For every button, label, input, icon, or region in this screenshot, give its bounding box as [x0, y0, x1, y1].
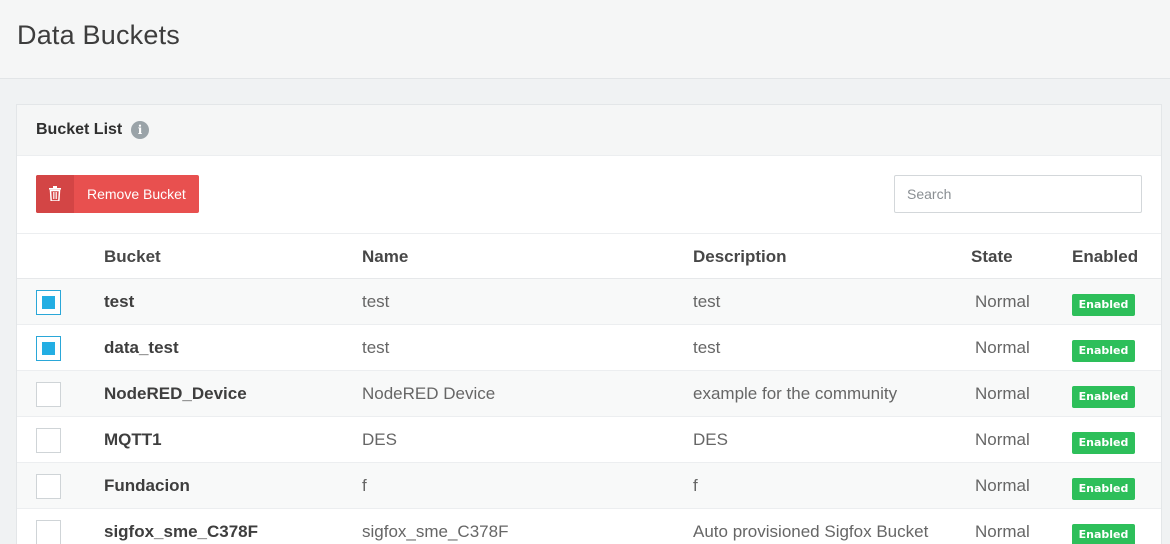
toolbar: Remove Bucket — [17, 156, 1161, 233]
enabled-badge: Enabled — [1072, 340, 1135, 362]
cell-state: Normal — [975, 292, 1030, 311]
enabled-badge: Enabled — [1072, 386, 1135, 408]
panel-heading: Bucket List i — [17, 105, 1161, 156]
cell-name: sigfox_sme_C378F — [362, 522, 509, 541]
row-checkbox[interactable] — [36, 336, 61, 361]
cell-name: DES — [362, 430, 397, 449]
cell-name: NodeRED Device — [362, 384, 496, 403]
cell-state: Normal — [975, 338, 1030, 357]
table-row[interactable]: sigfox_sme_C378F sigfox_sme_C378F Auto p… — [17, 509, 1161, 544]
cell-name: test — [362, 292, 390, 311]
info-icon[interactable]: i — [131, 121, 149, 139]
row-checkbox[interactable] — [36, 428, 61, 453]
table-body: test test test Normal Enabled data_test … — [17, 279, 1161, 544]
column-header-state[interactable]: State — [971, 247, 1013, 267]
cell-bucket[interactable]: NodeRED_Device — [104, 384, 247, 404]
remove-bucket-button[interactable]: Remove Bucket — [36, 175, 199, 213]
table-row[interactable]: data_test test test Normal Enabled — [17, 325, 1161, 371]
page-title: Data Buckets — [17, 20, 180, 50]
table-row[interactable]: NodeRED_Device NodeRED Device example fo… — [17, 371, 1161, 417]
row-checkbox[interactable] — [36, 474, 61, 499]
column-header-enabled[interactable]: Enabled — [1072, 247, 1138, 267]
table-row[interactable]: Fundacion f f Normal Enabled — [17, 463, 1161, 509]
column-header-description[interactable]: Description — [693, 247, 787, 267]
cell-state: Normal — [975, 522, 1030, 541]
column-header-name[interactable]: Name — [362, 247, 408, 267]
cell-description: example for the community — [693, 384, 898, 403]
cell-state: Normal — [975, 384, 1030, 403]
cell-description: test — [693, 338, 721, 357]
table-row[interactable]: MQTT1 DES DES Normal Enabled — [17, 417, 1161, 463]
remove-bucket-label: Remove Bucket — [87, 186, 186, 202]
cell-name: f — [362, 476, 367, 495]
cell-description: DES — [693, 430, 728, 449]
table-header: Bucket Name Description State Enabled — [17, 233, 1161, 279]
cell-name: test — [362, 338, 390, 357]
trash-icon — [49, 186, 61, 201]
cell-bucket[interactable]: data_test — [104, 338, 179, 358]
cell-bucket[interactable]: Fundacion — [104, 476, 190, 496]
row-checkbox[interactable] — [36, 290, 61, 315]
bucket-list-panel: Bucket List i Remove Bucket Bucket Name … — [16, 104, 1162, 544]
enabled-badge: Enabled — [1072, 432, 1135, 454]
cell-bucket[interactable]: MQTT1 — [104, 430, 162, 450]
cell-bucket[interactable]: test — [104, 292, 134, 312]
row-checkbox[interactable] — [36, 520, 61, 544]
cell-description: test — [693, 292, 721, 311]
cell-description: f — [693, 476, 698, 495]
cell-state: Normal — [975, 430, 1030, 449]
table-row[interactable]: test test test Normal Enabled — [17, 279, 1161, 325]
page-header: Data Buckets — [0, 0, 1170, 79]
search-input[interactable] — [894, 175, 1142, 213]
cell-bucket[interactable]: sigfox_sme_C378F — [104, 522, 258, 542]
cell-description: Auto provisioned Sigfox Bucket — [693, 522, 929, 541]
enabled-badge: Enabled — [1072, 524, 1135, 544]
enabled-badge: Enabled — [1072, 294, 1135, 316]
trash-icon-wrap — [36, 175, 74, 213]
column-header-bucket[interactable]: Bucket — [104, 247, 161, 267]
row-checkbox[interactable] — [36, 382, 61, 407]
enabled-badge: Enabled — [1072, 478, 1135, 500]
panel-title: Bucket List — [36, 121, 123, 138]
cell-state: Normal — [975, 476, 1030, 495]
